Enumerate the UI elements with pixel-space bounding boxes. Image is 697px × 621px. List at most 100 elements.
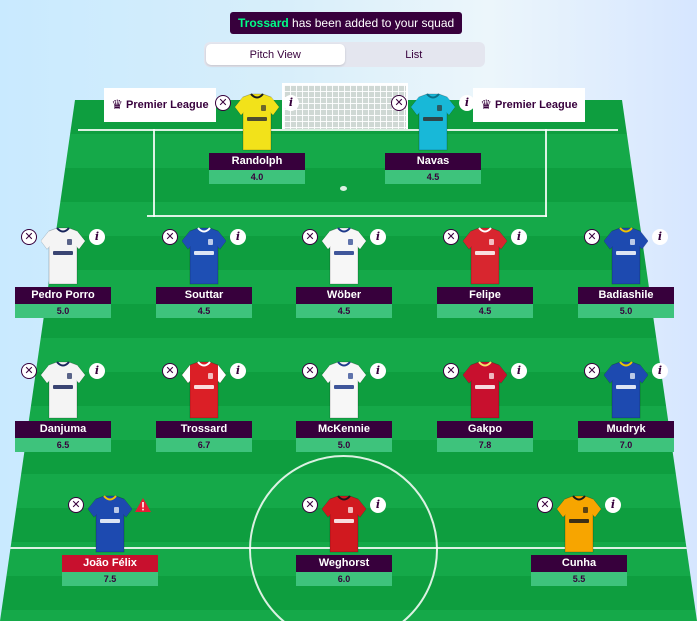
player-kit[interactable] — [463, 227, 507, 285]
close-icon[interactable]: ✕ — [537, 497, 553, 513]
info-icon[interactable]: i — [652, 363, 668, 379]
close-icon[interactable]: ✕ — [443, 229, 459, 245]
kit-shirt-icon — [88, 495, 132, 553]
ad-board-left: ♛ Premier League — [104, 88, 216, 122]
info-icon[interactable]: i — [459, 95, 475, 111]
kit-shirt-icon — [235, 93, 279, 151]
player-kit[interactable] — [604, 227, 648, 285]
penalty-box-left-line — [153, 129, 155, 217]
kit-shirt-icon — [463, 361, 507, 419]
penalty-box-bottom-line — [147, 215, 547, 217]
player-kit[interactable] — [604, 361, 648, 419]
player-kit[interactable] — [182, 361, 226, 419]
player-card[interactable]: ✕ João Félix 7.5 — [62, 495, 158, 607]
close-icon[interactable]: ✕ — [162, 363, 178, 379]
player-card[interactable]: ✕ i Wöber 4.5 — [296, 227, 392, 339]
tab-pitch-view[interactable]: Pitch View — [206, 44, 345, 65]
view-toggle: Pitch View List — [204, 42, 485, 67]
player-kit[interactable] — [235, 93, 279, 151]
player-name: Felipe — [437, 287, 533, 304]
player-price: 7.5 — [62, 572, 158, 586]
info-icon[interactable]: i — [89, 229, 105, 245]
kit-shirt-icon — [322, 361, 366, 419]
info-icon[interactable]: i — [605, 497, 621, 513]
player-kit[interactable] — [322, 227, 366, 285]
player-price: 5.0 — [296, 438, 392, 452]
kit-shirt-icon — [411, 93, 455, 151]
close-icon[interactable]: ✕ — [302, 229, 318, 245]
close-icon[interactable]: ✕ — [584, 363, 600, 379]
player-card[interactable]: ✕ i Trossard 6.7 — [156, 361, 252, 473]
player-kit[interactable] — [411, 93, 455, 151]
player-card[interactable]: ✕ i Weghorst 6.0 — [296, 495, 392, 607]
player-card[interactable]: ✕ i Pedro Porro 5.0 — [15, 227, 111, 339]
close-icon[interactable]: ✕ — [584, 229, 600, 245]
player-name: Cunha — [531, 555, 627, 572]
close-icon[interactable]: ✕ — [21, 363, 37, 379]
player-name: Gakpo — [437, 421, 533, 438]
player-kit[interactable] — [322, 361, 366, 419]
player-card[interactable]: ✕ i Felipe 4.5 — [437, 227, 533, 339]
info-icon[interactable]: i — [511, 229, 527, 245]
player-price: 4.5 — [156, 304, 252, 318]
player-price: 6.7 — [156, 438, 252, 452]
info-icon[interactable]: i — [370, 229, 386, 245]
player-kit[interactable] — [182, 227, 226, 285]
close-icon[interactable]: ✕ — [391, 95, 407, 111]
player-price: 5.0 — [15, 304, 111, 318]
ad-board-right: ♛ Premier League — [473, 88, 585, 122]
info-icon[interactable]: i — [89, 363, 105, 379]
player-name: Weghorst — [296, 555, 392, 572]
player-kit[interactable] — [41, 227, 85, 285]
close-icon[interactable]: ✕ — [68, 497, 84, 513]
info-icon[interactable]: i — [283, 95, 299, 111]
kit-shirt-icon — [182, 227, 226, 285]
close-icon[interactable]: ✕ — [162, 229, 178, 245]
kit-shirt-icon — [41, 227, 85, 285]
notice-text: has been added to your squad — [288, 16, 455, 30]
info-icon[interactable]: i — [370, 497, 386, 513]
penalty-box-right-line — [545, 129, 547, 217]
player-kit[interactable] — [88, 495, 132, 553]
player-kit[interactable] — [322, 495, 366, 553]
kit-shirt-icon — [322, 495, 366, 553]
player-name: McKennie — [296, 421, 392, 438]
player-kit[interactable] — [463, 361, 507, 419]
player-price: 4.5 — [296, 304, 392, 318]
player-card[interactable]: ✕ i Mudryk 7.0 — [578, 361, 674, 473]
player-card[interactable]: ✕ i Badiashile 5.0 — [578, 227, 674, 339]
info-icon[interactable]: i — [370, 363, 386, 379]
player-name: Mudryk — [578, 421, 674, 438]
player-kit[interactable] — [557, 495, 601, 553]
player-card[interactable]: ✕ i Cunha 5.5 — [531, 495, 627, 607]
close-icon[interactable]: ✕ — [302, 363, 318, 379]
player-card[interactable]: ✕ i Gakpo 7.8 — [437, 361, 533, 473]
player-card[interactable]: ✕ i Navas 4.5 — [385, 93, 481, 205]
tab-list[interactable]: List — [345, 44, 484, 65]
info-icon[interactable]: i — [230, 363, 246, 379]
player-card[interactable]: ✕ i McKennie 5.0 — [296, 361, 392, 473]
info-icon[interactable]: i — [511, 363, 527, 379]
close-icon[interactable]: ✕ — [302, 497, 318, 513]
player-name: Pedro Porro — [15, 287, 111, 304]
info-icon[interactable]: i — [652, 229, 668, 245]
close-icon[interactable]: ✕ — [21, 229, 37, 245]
info-icon[interactable]: i — [230, 229, 246, 245]
kit-shirt-icon — [322, 227, 366, 285]
player-card[interactable]: ✕ i Souttar 4.5 — [156, 227, 252, 339]
player-price: 6.0 — [296, 572, 392, 586]
player-name: João Félix — [62, 555, 158, 572]
warning-icon[interactable] — [134, 497, 152, 513]
player-card[interactable]: ✕ i Randolph 4.0 — [209, 93, 305, 205]
premier-league-lion-icon: ♛ — [480, 97, 493, 112]
close-icon[interactable]: ✕ — [215, 95, 231, 111]
kit-shirt-icon — [604, 227, 648, 285]
player-price: 6.5 — [15, 438, 111, 452]
player-card[interactable]: ✕ i Danjuma 6.5 — [15, 361, 111, 473]
kit-shirt-icon — [463, 227, 507, 285]
player-name: Wöber — [296, 287, 392, 304]
player-name: Randolph — [209, 153, 305, 170]
player-price: 5.0 — [578, 304, 674, 318]
player-kit[interactable] — [41, 361, 85, 419]
close-icon[interactable]: ✕ — [443, 363, 459, 379]
